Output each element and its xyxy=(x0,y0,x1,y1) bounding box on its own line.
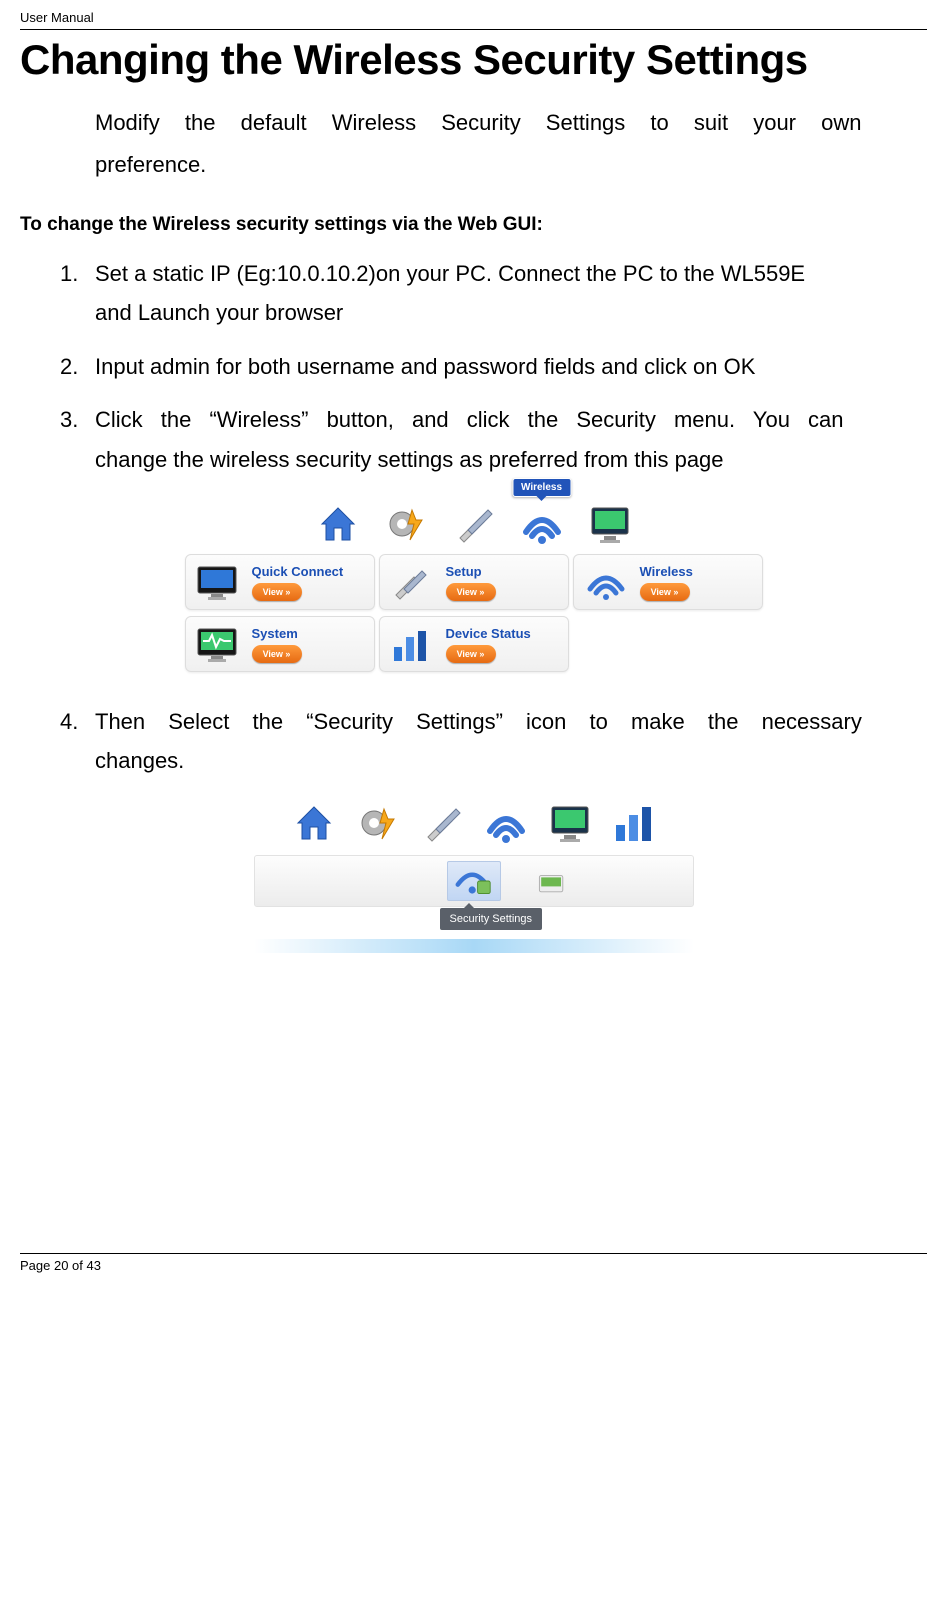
step-text: Input admin for both username and passwo… xyxy=(95,354,755,379)
system-tile[interactable]: System View » xyxy=(185,616,375,672)
monitor-pulse-icon xyxy=(194,625,242,665)
toolbar-figure: Security Settings xyxy=(254,795,694,953)
top-icon-row: Wireless xyxy=(164,500,784,548)
view-button[interactable]: View » xyxy=(446,645,496,663)
view-button[interactable]: View » xyxy=(252,583,302,601)
security-settings-tooltip: Security Settings xyxy=(440,908,543,930)
step-text: changes. xyxy=(95,748,184,773)
wireless-icon xyxy=(482,799,530,847)
tile-label: System xyxy=(252,626,302,641)
step-text: Set a static IP (Eg:10.0.10.2)on your PC… xyxy=(95,261,805,286)
tools-icon xyxy=(450,500,498,548)
nav-tiles-figure: Wireless Quick Connect View » Setup View… xyxy=(164,500,784,672)
step-3: 3. Click the “Wireless” button, and clic… xyxy=(60,400,897,479)
tile-label: Setup xyxy=(446,564,496,579)
step-number: 3. xyxy=(60,400,78,440)
view-button[interactable]: View » xyxy=(446,583,496,601)
steps-list: 1. Set a static IP (Eg:10.0.10.2)on your… xyxy=(20,254,927,480)
step-text: and Launch your browser xyxy=(95,300,343,325)
tile-row-1: Quick Connect View » Setup View » Wirele… xyxy=(164,554,784,610)
section-subhead: To change the Wireless security settings… xyxy=(20,214,927,236)
toolbar-slot[interactable] xyxy=(369,861,423,901)
home-icon xyxy=(314,500,362,548)
tools-icon xyxy=(418,799,466,847)
wireless-icon xyxy=(582,563,630,603)
view-button[interactable]: View » xyxy=(640,583,690,601)
footer: Page 20 of 43 xyxy=(20,1253,927,1273)
page-number: Page 20 of 43 xyxy=(20,1258,927,1273)
intro-paragraph: Modify the default Wireless Security Set… xyxy=(20,102,927,186)
step-number: 4. xyxy=(60,702,78,742)
wireless-tile[interactable]: Wireless View » xyxy=(573,554,763,610)
step-number: 2. xyxy=(60,347,78,387)
footer-rule xyxy=(20,1253,927,1254)
gear-lightning-icon xyxy=(354,799,402,847)
tile-row-2: System View » Device Status View » xyxy=(164,616,784,672)
decorative-strip xyxy=(254,939,694,953)
step-number: 1. xyxy=(60,254,78,294)
home-icon xyxy=(290,799,338,847)
tools-icon xyxy=(388,563,436,603)
toolbar-slot[interactable] xyxy=(525,861,579,901)
wireless-tooltip-badge: Wireless xyxy=(512,478,571,497)
tile-label: Device Status xyxy=(446,626,531,641)
tile-label: Quick Connect xyxy=(252,564,344,579)
view-button[interactable]: View » xyxy=(252,645,302,663)
intro-line1: Modify the default Wireless Security Set… xyxy=(95,110,861,135)
monitor-icon xyxy=(546,799,594,847)
step-2: 2. Input admin for both username and pas… xyxy=(60,347,897,387)
toolbar-bar: Security Settings xyxy=(254,855,694,907)
step-text: Then Select the “Security Settings” icon… xyxy=(95,709,862,734)
steps-list-cont: 4. Then Select the “Security Settings” i… xyxy=(20,702,927,781)
monitor-icon xyxy=(586,500,634,548)
tile-label: Wireless xyxy=(640,564,693,579)
quick-connect-tile[interactable]: Quick Connect View » xyxy=(185,554,375,610)
step-1: 1. Set a static IP (Eg:10.0.10.2)on your… xyxy=(60,254,897,333)
barchart-icon xyxy=(388,625,436,665)
step-4: 4. Then Select the “Security Settings” i… xyxy=(60,702,897,781)
device-status-tile[interactable]: Device Status View » xyxy=(379,616,569,672)
wireless-icon: Wireless xyxy=(518,500,566,548)
step-text: change the wireless security settings as… xyxy=(95,447,724,472)
page-title: Changing the Wireless Security Settings xyxy=(20,36,927,84)
doc-header: User Manual xyxy=(20,10,927,25)
header-rule xyxy=(20,29,927,30)
toolbar-top-icons xyxy=(254,795,694,851)
step-text: Click the “Wireless” button, and click t… xyxy=(95,407,844,432)
security-settings-toolbar-item[interactable]: Security Settings xyxy=(447,861,501,901)
gear-lightning-icon xyxy=(382,500,430,548)
empty-tile-slot xyxy=(573,616,763,672)
intro-line2: preference. xyxy=(95,152,206,177)
barchart-icon xyxy=(610,799,658,847)
monitor-icon xyxy=(194,563,242,603)
setup-tile[interactable]: Setup View » xyxy=(379,554,569,610)
